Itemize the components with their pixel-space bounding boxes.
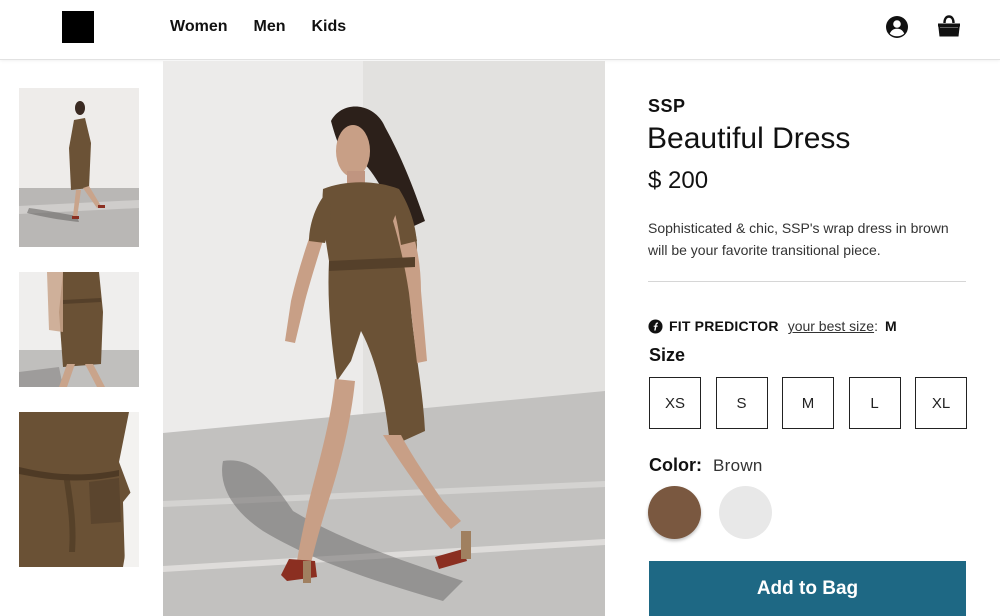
best-size-link[interactable]: your best size [788,318,874,334]
size-option-s[interactable]: S [715,377,768,429]
main-product-image[interactable] [163,61,605,616]
nav-men[interactable]: Men [253,18,285,36]
size-option-m[interactable]: M [782,377,834,429]
thumbnail-fabric-detail[interactable] [19,412,139,567]
logo[interactable] [62,11,94,43]
divider [648,281,966,282]
size-option-l[interactable]: L [848,377,901,429]
brand-name: SSP [648,96,686,116]
color-heading: Color: [649,455,702,475]
size-option-xl[interactable]: XL [915,377,967,429]
size-heading: Size [649,345,686,365]
fit-predictor: FIT PREDICTOR your best size : M [648,318,897,334]
color-swatch-brown[interactable] [648,486,701,539]
fit-separator: : [874,318,878,334]
color-swatch-light-gray[interactable] [719,486,772,539]
main-nav: Women Men Kids [170,18,346,36]
model-photo [163,61,605,616]
nav-kids[interactable]: Kids [311,18,346,36]
nav-women[interactable]: Women [170,18,227,36]
selected-color: Brown [713,456,763,475]
thumbnail-full-length[interactable] [19,88,139,247]
color-row: Color: Brown [649,455,763,476]
site-header: Women Men Kids [0,0,1000,60]
shopping-bag-icon[interactable] [936,14,962,38]
size-option-xs[interactable]: XS [649,377,701,429]
thumbnail-mid-length[interactable] [19,272,139,387]
add-to-bag-button[interactable]: Add to Bag [649,561,966,616]
fit-predictor-icon [648,318,663,334]
account-icon[interactable] [885,15,909,39]
product-price: $ 200 [648,167,709,194]
product-title: Beautiful Dress [647,122,851,155]
fit-predictor-label: FIT PREDICTOR [669,318,779,334]
best-size-value: M [884,318,897,334]
product-description: Sophisticated & chic, SSP's wrap dress i… [648,220,949,258]
